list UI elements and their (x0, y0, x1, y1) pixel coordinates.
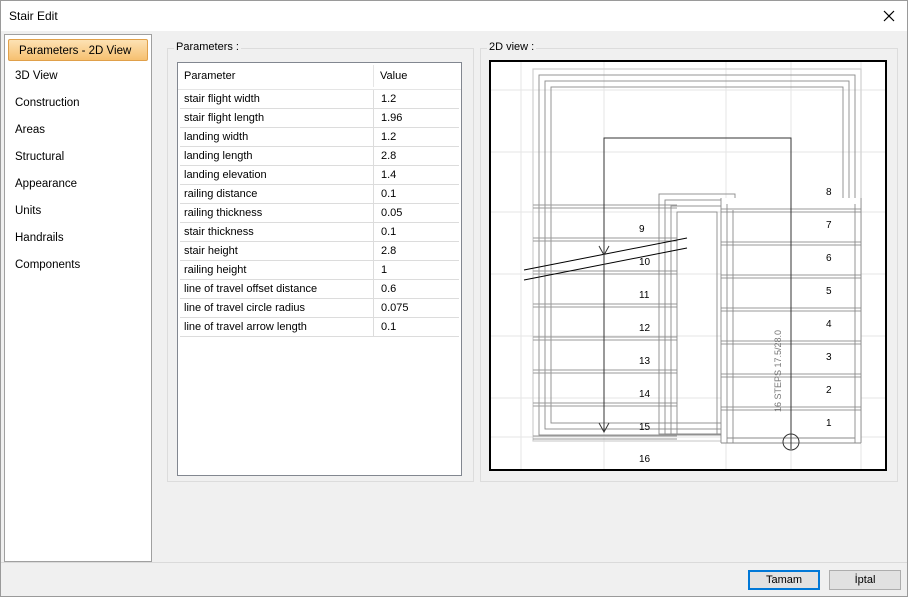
left-step-number: 16 (639, 454, 651, 465)
table-row[interactable]: railing thickness 0.05 (178, 204, 461, 223)
left-step-number: 15 (639, 422, 651, 433)
table-row[interactable]: landing length 2.8 (178, 147, 461, 166)
parameter-name: stair height (184, 245, 238, 257)
table-row[interactable]: stair flight width 1.2 (178, 90, 461, 109)
stair-plan-drawing: 16 STEPS 17.5/28.0 12345678 910111213141… (491, 62, 885, 469)
left-step-number: 11 (639, 290, 650, 301)
sidebar-item-units[interactable]: Units (5, 200, 151, 222)
table-header: Parameter Value (178, 63, 461, 90)
table-row[interactable]: stair flight length 1.96 (178, 109, 461, 128)
sidebar-item-structural[interactable]: Structural (5, 146, 151, 168)
parameter-value[interactable]: 1 (381, 261, 387, 279)
parameter-name: stair flight length (184, 112, 265, 124)
left-step-number: 14 (639, 389, 651, 400)
parameters-table: Parameter Value stair flight width 1.2 sta… (177, 62, 462, 476)
table-row[interactable]: line of travel circle radius 0.075 (178, 299, 461, 318)
column-header-parameter[interactable]: Parameter (184, 63, 235, 89)
stair-2d-view[interactable]: 16 STEPS 17.5/28.0 12345678 9 10 11 12 13 14 1… (489, 60, 887, 471)
sidebar-item-appearance[interactable]: Appearance (5, 173, 151, 195)
parameter-value[interactable]: 1.4 (381, 166, 396, 184)
table-row[interactable]: line of travel offset distance 0.6 (178, 280, 461, 299)
parameter-name: stair thickness (184, 226, 254, 238)
right-step-number: 3 (826, 352, 832, 363)
table-row[interactable]: line of travel arrow length 0.1 (178, 318, 461, 337)
right-step-number: 4 (826, 319, 832, 330)
parameter-name: landing length (184, 150, 253, 162)
ok-button[interactable]: Tamam (748, 570, 820, 590)
right-step-number: 1 (826, 418, 832, 429)
right-step-number: 7 (826, 220, 832, 231)
parameter-value[interactable]: 2.8 (381, 147, 396, 165)
left-step-number: 13 (639, 356, 651, 367)
parameter-value[interactable]: 0.1 (381, 318, 396, 336)
parameter-value[interactable]: 0.1 (381, 185, 396, 203)
right-step-number: 8 (826, 187, 832, 198)
column-header-value[interactable]: Value (380, 63, 407, 89)
left-step-number: 9 (639, 224, 645, 235)
right-step-number: 6 (826, 253, 832, 264)
parameter-name: line of travel arrow length (184, 321, 307, 333)
parameter-name: railing thickness (184, 207, 263, 219)
category-sidebar: Parameters - 2D View 3D View Constructio… (4, 34, 152, 562)
table-row[interactable]: landing elevation 1.4 (178, 166, 461, 185)
title-bar: Stair Edit (1, 1, 907, 31)
parameter-value[interactable]: 1.2 (381, 90, 396, 108)
table-row[interactable]: stair thickness 0.1 (178, 223, 461, 242)
right-step-number: 2 (826, 385, 832, 396)
table-row[interactable]: landing width 1.2 (178, 128, 461, 147)
sidebar-item-parameters-2d-view[interactable]: Parameters - 2D View (8, 39, 148, 61)
parameter-name: stair flight width (184, 93, 260, 105)
parameter-value[interactable]: 2.8 (381, 242, 396, 260)
sidebar-item-components[interactable]: Components (5, 254, 151, 276)
close-button[interactable] (871, 1, 907, 31)
left-step-number: 10 (639, 257, 651, 268)
cancel-button[interactable]: İptal (829, 570, 901, 590)
parameter-value[interactable]: 0.6 (381, 280, 396, 298)
left-step-number: 12 (639, 323, 651, 334)
parameter-name: railing height (184, 264, 247, 276)
steps-count-label: 16 STEPS 17.5/28.0 (773, 330, 783, 412)
sidebar-item-areas[interactable]: Areas (5, 119, 151, 141)
parameter-name: landing elevation (184, 169, 267, 181)
table-row[interactable]: railing height 1 (178, 261, 461, 280)
table-row[interactable]: stair height 2.8 (178, 242, 461, 261)
sidebar-item-3d-view[interactable]: 3D View (5, 65, 151, 87)
parameter-name: landing width (184, 131, 249, 143)
parameter-value[interactable]: 1.2 (381, 128, 396, 146)
window-title: Stair Edit (9, 9, 58, 23)
parameter-name: line of travel circle radius (184, 302, 306, 314)
sidebar-item-construction[interactable]: Construction (5, 92, 151, 114)
right-step-number: 5 (826, 286, 832, 297)
parameter-name: railing distance (184, 188, 258, 200)
parameter-value[interactable]: 1.96 (381, 109, 402, 127)
parameter-value[interactable]: 0.1 (381, 223, 396, 241)
close-icon (883, 10, 895, 22)
parameter-name: line of travel offset distance (184, 283, 318, 295)
parameter-value[interactable]: 0.05 (381, 204, 402, 222)
parameter-value[interactable]: 0.075 (381, 299, 409, 317)
view2d-group-label: 2D view : (487, 41, 537, 53)
parameters-group-label: Parameters : (174, 41, 241, 53)
stair-edit-window: Stair Edit Parameters - 2D View 3D View … (0, 0, 908, 597)
table-row[interactable]: railing distance 0.1 (178, 185, 461, 204)
sidebar-item-handrails[interactable]: Handrails (5, 227, 151, 249)
